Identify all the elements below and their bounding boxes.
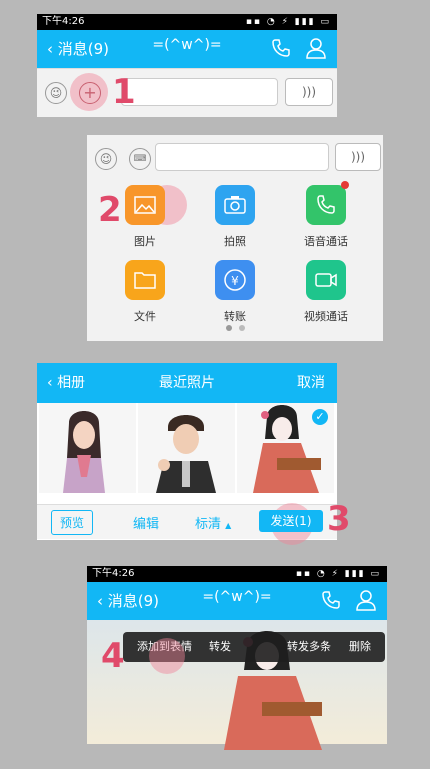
tile-picture[interactable] <box>125 185 165 225</box>
video-camera-icon <box>315 273 337 287</box>
voice-button[interactable]: ))) <box>335 143 381 171</box>
tile-video-call[interactable] <box>306 260 346 300</box>
tile-camera[interactable] <box>215 185 255 225</box>
step-number: 3 <box>327 499 351 539</box>
tile-label-voice-call: 语音通话 <box>304 235 348 248</box>
chat-title: =(^w^)= <box>202 589 272 605</box>
send-button[interactable]: 发送(1) <box>259 510 323 532</box>
more-panel: 😉 ⌨ ))) 图片 拍照 语音通话 文件 ¥ 转账 视频通话 2 <box>87 135 383 341</box>
plus-icon[interactable]: + <box>79 82 101 104</box>
message-input[interactable] <box>121 78 278 106</box>
quality-selector[interactable]: 标清 ▲ <box>195 513 231 532</box>
step-number: 1 <box>112 72 136 112</box>
chat-title: =(^w^)= <box>152 37 222 53</box>
edit-button[interactable]: 编辑 <box>133 513 159 532</box>
menu-item-delete[interactable]: 删除 <box>349 632 371 662</box>
voice-button[interactable]: ))) <box>285 78 333 106</box>
notification-dot <box>341 181 349 189</box>
step-number: 4 <box>101 636 125 676</box>
menu-item-forward[interactable]: 转发 <box>209 632 231 662</box>
phone-icon[interactable] <box>271 38 291 58</box>
page-dot-active[interactable] <box>226 325 232 331</box>
tile-label-file: 文件 <box>134 310 156 323</box>
preview-button[interactable]: 预览 <box>51 510 94 535</box>
page-dot[interactable] <box>239 325 245 331</box>
photo-thumbnail[interactable]: ✓ <box>237 403 334 493</box>
chat-screen-1: 下午4:26 ▪▪ ◔ ⚡ ▮▮▮ ▭ ‹ 消息(9) =(^w^)= 😉 + … <box>37 14 337 117</box>
girl-sticker-image <box>63 411 105 493</box>
photo-grid: ✓ <box>37 403 337 498</box>
tile-label-camera: 拍照 <box>224 235 246 248</box>
photo-thumbnail[interactable] <box>39 403 136 493</box>
chat-titlebar: ‹ 消息(9) =(^w^)= <box>37 30 337 68</box>
tile-label-transfer: 转账 <box>224 310 246 323</box>
chat-input-bar: 😉 + ))) <box>37 68 337 117</box>
tile-label-video-call: 视频通话 <box>304 310 348 323</box>
phone-icon[interactable] <box>321 590 341 610</box>
user-icon[interactable] <box>305 37 327 59</box>
boy-sticker-image <box>156 415 216 493</box>
tile-file[interactable] <box>125 260 165 300</box>
chat-titlebar: ‹ 消息(9) =(^w^)= <box>87 582 387 620</box>
user-icon[interactable] <box>355 589 377 611</box>
phone-icon <box>317 195 335 214</box>
svg-text:¥: ¥ <box>231 274 239 288</box>
emoji-icon[interactable]: 😉 <box>95 148 117 170</box>
tile-label-picture: 图片 <box>134 235 156 248</box>
album-screen: ‹ 相册 最近照片 取消 ✓ 预览 编辑 标清 ▲ 发送(1) 3 <box>37 363 351 545</box>
chat-screen-2: 下午4:26 ▪▪ ◔ ⚡ ▮▮▮ ▭ ‹ 消息(9) =(^w^)= 添加到表… <box>87 566 387 750</box>
menu-item-forward-multiple[interactable]: 转发多条 <box>287 632 331 662</box>
step-number: 2 <box>98 190 122 230</box>
yuan-transfer-icon: ¥ <box>224 269 246 291</box>
message-input[interactable] <box>155 143 329 171</box>
emoji-icon[interactable]: 😉 <box>45 82 67 104</box>
keyboard-icon[interactable]: ⌨ <box>129 148 151 170</box>
cancel-button[interactable]: 取消 <box>297 363 325 403</box>
quality-label: 标清 <box>195 517 222 532</box>
photo-thumbnail[interactable] <box>138 403 235 493</box>
check-icon[interactable]: ✓ <box>312 409 328 425</box>
picture-icon <box>134 196 156 214</box>
album-toolbar: 预览 编辑 标清 ▲ 发送(1) <box>37 503 337 545</box>
tap-ripple <box>149 638 185 674</box>
tile-transfer[interactable]: ¥ <box>215 260 255 300</box>
tile-voice-call[interactable] <box>306 185 346 225</box>
caret-up-icon: ▲ <box>225 521 232 530</box>
album-titlebar: ‹ 相册 最近照片 取消 <box>37 363 337 403</box>
folder-icon <box>134 272 156 289</box>
camera-icon <box>224 196 246 214</box>
album-title: 最近照片 <box>159 375 215 391</box>
